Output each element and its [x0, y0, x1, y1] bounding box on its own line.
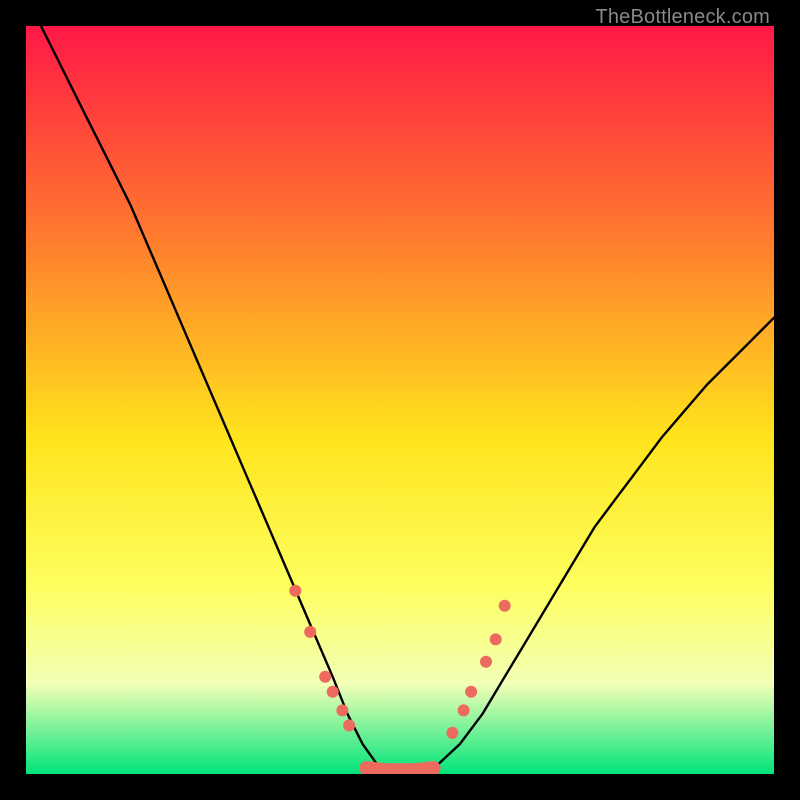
- data-marker: [336, 704, 348, 716]
- chart-frame: [26, 26, 774, 774]
- plot-svg: [26, 26, 774, 774]
- data-marker: [327, 686, 339, 698]
- markers-trough: [366, 768, 433, 770]
- data-marker: [480, 656, 492, 668]
- data-marker: [499, 600, 511, 612]
- data-marker: [319, 671, 331, 683]
- data-marker: [458, 704, 470, 716]
- watermark-text: TheBottleneck.com: [595, 6, 770, 29]
- data-marker: [343, 719, 355, 731]
- data-marker: [446, 727, 458, 739]
- data-marker: [304, 626, 316, 638]
- trough-blob: [366, 768, 433, 770]
- data-marker: [490, 633, 502, 645]
- gradient-background: [26, 26, 774, 774]
- data-marker: [289, 585, 301, 597]
- data-marker: [465, 686, 477, 698]
